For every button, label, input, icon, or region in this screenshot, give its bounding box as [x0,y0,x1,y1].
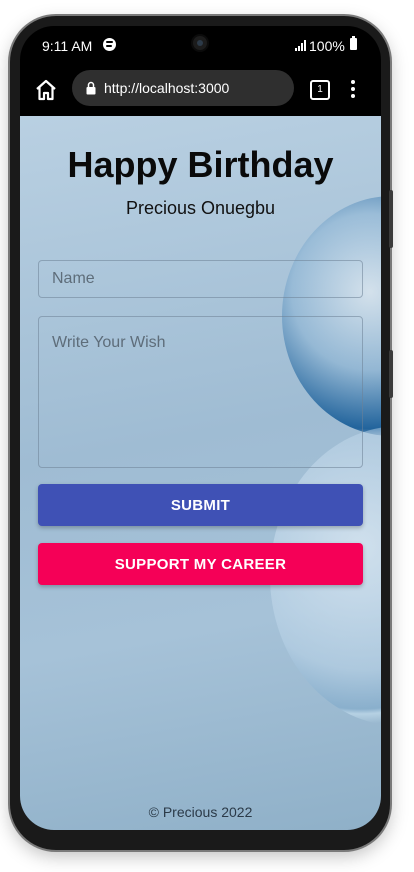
footer-copyright: © Precious 2022 [148,804,253,820]
menu-icon[interactable] [351,80,355,98]
phone-screen: 9:11 AM 100% http://localhost:3000 1 Hap… [20,26,381,830]
home-icon[interactable] [34,78,58,102]
address-bar[interactable]: http://localhost:3000 [72,70,294,106]
name-input[interactable] [38,260,363,298]
battery-icon [350,36,357,50]
volume-button [389,190,393,248]
spotify-icon [103,38,116,51]
battery-percent: 100% [309,38,345,54]
support-career-button[interactable]: SUPPORT MY CAREER [38,543,363,585]
page-subtitle: Precious Onuegbu [125,198,276,218]
submit-button[interactable]: SUBMIT [38,484,363,526]
status-bar: 9:11 AM 100% [20,26,381,66]
browser-toolbar: http://localhost:3000 1 [20,66,381,116]
status-time: 9:11 AM [42,38,93,54]
url-text: http://localhost:3000 [104,80,230,96]
page-content: Happy Birthday Precious Onuegbu SUBMIT S… [20,116,381,830]
signal-icon [295,40,307,51]
page-title: Happy Birthday [67,144,334,185]
lock-icon [86,81,96,95]
tabs-icon[interactable]: 1 [310,80,330,100]
power-button [389,350,393,398]
wish-textarea[interactable] [38,316,363,468]
front-camera [193,36,207,50]
